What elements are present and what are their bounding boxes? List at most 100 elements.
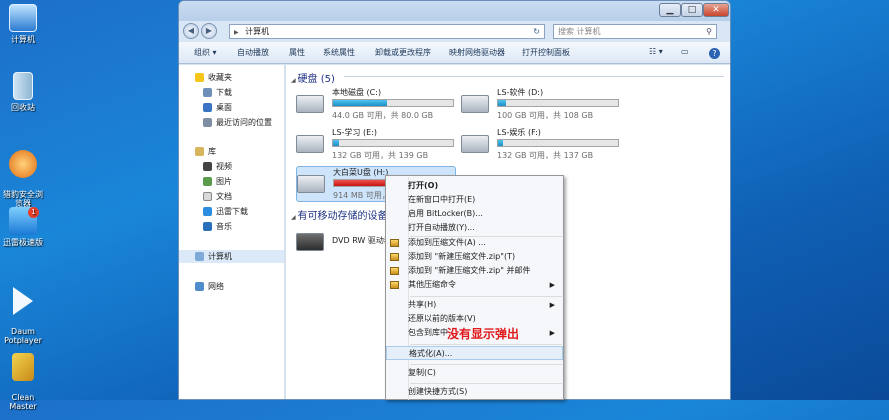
back-button[interactable]: ◀ — [183, 23, 199, 39]
refresh-icon[interactable]: ↻ — [533, 25, 540, 38]
drive-usage-fill — [498, 100, 507, 106]
desktop-icon-label: 回收站 — [11, 103, 35, 112]
menu-share[interactable]: 共享(H) ▶ — [386, 298, 563, 312]
drive-usage-bar — [332, 139, 454, 147]
hard-drive-icon — [296, 95, 324, 113]
desktop-icon-clean-master[interactable]: Clean Master — [0, 344, 46, 420]
menu-restore-previous-versions[interactable]: 还原以前的版本(V) — [386, 312, 563, 326]
drive-usage-bar — [497, 99, 619, 107]
maximize-button[interactable]: □ — [681, 3, 703, 17]
desktop-icon-xunlei[interactable]: 1 迅雷极速版 — [0, 207, 46, 247]
drive-usage-fill — [333, 100, 387, 106]
notification-badge: 1 — [28, 207, 39, 218]
xunlei-folder-icon — [203, 207, 212, 216]
uninstall-program-button[interactable]: 卸载或更改程序 — [375, 47, 431, 58]
hard-drive-icon — [296, 135, 324, 153]
menu-copy[interactable]: 复制(C) — [386, 366, 563, 380]
open-control-panel-button[interactable]: 打开控制面板 — [522, 47, 570, 58]
menu-label: 复制(C) — [408, 368, 436, 377]
address-field[interactable]: ▶ 计算机 ↻ — [229, 24, 545, 39]
nav-recent-places[interactable]: 最近访问的位置 — [203, 117, 272, 128]
menu-label: 添加到 "新建压缩文件.zip" 并邮件 — [408, 266, 531, 275]
nav-libraries[interactable]: 库 — [195, 146, 216, 157]
autoplay-button[interactable]: 自动播放 — [237, 47, 269, 58]
group-label: 有可移动存储的设备 — [297, 211, 388, 222]
nav-label: 视频 — [216, 162, 232, 171]
menu-separator — [410, 296, 562, 297]
group-removable[interactable]: ◢ 有可移动存储的设备 — [291, 207, 388, 222]
drive-name: DVD RW 驱动器 — [332, 236, 392, 245]
nav-music[interactable]: 音乐 — [203, 221, 232, 232]
menu-open[interactable]: 打开(O) — [386, 179, 563, 193]
minimize-button[interactable]: ▁ — [659, 3, 681, 17]
menu-add-to-zip-and-email[interactable]: 添加到 "新建压缩文件.zip" 并邮件 — [386, 264, 563, 278]
menu-separator — [410, 383, 562, 384]
drive-name: 本地磁盘 (C:) — [332, 88, 382, 97]
preview-pane-icon[interactable]: ▭ — [681, 47, 689, 56]
drive-e[interactable]: LS-学习 (E:) 132 GB 可用，共 139 GB — [296, 127, 456, 163]
nav-videos[interactable]: 视频 — [203, 161, 232, 172]
nav-computer[interactable]: 计算机 — [179, 250, 284, 263]
address-separator: ▶ — [234, 29, 239, 36]
nav-xunlei-downloads[interactable]: 迅雷下载 — [203, 206, 248, 217]
nav-label: 最近访问的位置 — [216, 118, 272, 127]
drive-usage-fill — [333, 140, 339, 146]
hard-drive-icon — [461, 95, 489, 113]
desktop-icon-recycle-bin[interactable]: 回收站 — [0, 72, 46, 112]
context-menu: 打开(O) 在新窗口中打开(E) 启用 BitLocker(B)... 打开自动… — [385, 175, 564, 400]
archive-icon — [390, 281, 399, 289]
forward-button[interactable]: ▶ — [201, 23, 217, 39]
archive-icon — [390, 239, 399, 247]
desktop-icon-label: Clean Master — [9, 393, 37, 411]
properties-button[interactable]: 属性 — [289, 47, 305, 58]
usb-drive-icon — [297, 175, 325, 193]
menu-format[interactable]: 格式化(A)... — [386, 346, 563, 360]
desktop-icon-computer[interactable]: 计算机 — [0, 4, 46, 44]
menu-label: 启用 BitLocker(B)... — [408, 209, 483, 218]
network-icon — [195, 282, 204, 291]
desktop-icon-potplayer[interactable]: Daum Potplayer — [0, 278, 46, 354]
drive-name: LS-软件 (D:) — [497, 88, 544, 97]
play-icon — [13, 287, 33, 315]
menu-enable-bitlocker[interactable]: 启用 BitLocker(B)... — [386, 207, 563, 221]
menu-add-to-zip[interactable]: 添加到 "新建压缩文件.zip"(T) — [386, 250, 563, 264]
nav-network[interactable]: 网络 — [195, 281, 224, 292]
title-bar[interactable]: ▁ □ ✕ — [179, 1, 730, 21]
menu-label: 包含到库中 — [408, 328, 448, 337]
recent-places-icon — [203, 118, 212, 127]
nav-documents[interactable]: 文档 — [203, 191, 232, 202]
drive-c[interactable]: 本地磁盘 (C:) 44.0 GB 可用，共 80.0 GB — [296, 87, 456, 123]
address-path: 计算机 — [245, 27, 270, 36]
menu-label: 还原以前的版本(V) — [408, 314, 476, 323]
map-network-drive-button[interactable]: 映射网络驱动器 — [449, 47, 505, 58]
menu-create-shortcut[interactable]: 创建快捷方式(S) — [386, 385, 563, 399]
nav-downloads[interactable]: 下载 — [203, 87, 232, 98]
search-input[interactable]: 搜索 计算机 ⚲ — [553, 24, 717, 39]
download-folder-icon — [203, 88, 212, 97]
desktop-icon-liebao-browser[interactable]: 猎豹安全浏 览器 — [0, 141, 46, 217]
view-options-icon[interactable]: ☷ ▾ — [649, 47, 663, 56]
nav-pictures[interactable]: 图片 — [203, 176, 232, 187]
library-icon — [195, 147, 204, 156]
menu-label: 添加到 "新建压缩文件.zip"(T) — [408, 252, 516, 261]
menu-other-compress-commands[interactable]: 其他压缩命令 ▶ — [386, 278, 563, 292]
menu-separator — [410, 344, 562, 345]
submenu-arrow-icon: ▶ — [549, 329, 555, 337]
menu-open-new-window[interactable]: 在新窗口中打开(E) — [386, 193, 563, 207]
menu-add-to-archive[interactable]: 添加到压缩文件(A) ... — [386, 236, 563, 250]
menu-label: 打开(O) — [408, 181, 439, 190]
help-icon[interactable]: ? — [709, 48, 720, 59]
organize-button[interactable]: 组织 ▾ — [194, 47, 217, 58]
nav-favorites[interactable]: 收藏夹 — [195, 72, 232, 83]
drive-d[interactable]: LS-软件 (D:) 100 GB 可用，共 108 GB — [461, 87, 621, 123]
menu-open-autoplay[interactable]: 打开自动播放(Y)... — [386, 221, 563, 235]
nav-label: 音乐 — [216, 222, 232, 231]
group-harddisks[interactable]: ◢ 硬盘 (5) — [291, 70, 335, 85]
system-properties-button[interactable]: 系统属性 — [323, 47, 355, 58]
drive-f[interactable]: LS-娱乐 (F:) 132 GB 可用，共 137 GB — [461, 127, 621, 163]
close-button[interactable]: ✕ — [703, 3, 729, 17]
nav-desktop[interactable]: 桌面 — [203, 102, 232, 113]
address-bar-row: ◀ ▶ ▶ 计算机 ↻ 搜索 计算机 ⚲ — [179, 21, 730, 41]
desktop-icon-label: 计算机 — [11, 35, 35, 44]
nav-label: 下载 — [216, 88, 232, 97]
